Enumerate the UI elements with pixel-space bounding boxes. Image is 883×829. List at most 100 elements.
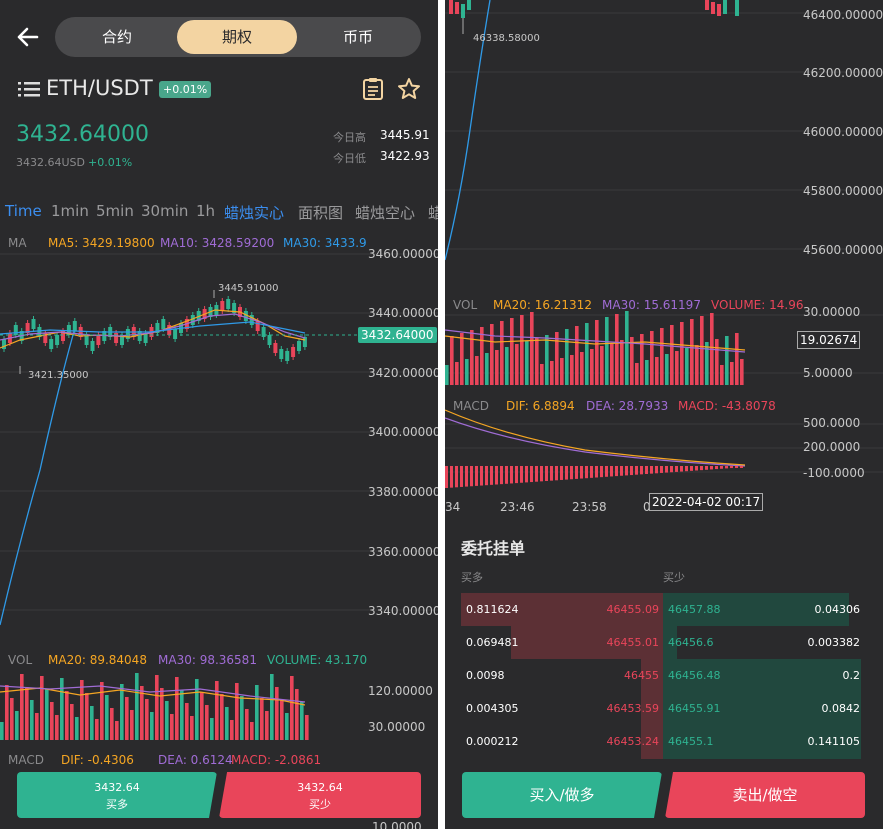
orderbook-row[interactable]: 0.069481 46455.01 46456.6 0.003382 bbox=[461, 626, 865, 659]
list-menu-icon[interactable] bbox=[18, 81, 40, 97]
sell-price: 46455.91 bbox=[668, 702, 721, 715]
macd-bar bbox=[730, 466, 733, 469]
volume-bar bbox=[75, 717, 79, 740]
back-arrow-icon[interactable] bbox=[16, 26, 40, 48]
volume-bar bbox=[70, 704, 74, 740]
y-tick: 45800.00000 bbox=[803, 184, 883, 198]
tf-candle-solid[interactable]: 蜡烛实心 bbox=[224, 202, 284, 223]
volume-bar bbox=[555, 332, 559, 385]
candle bbox=[49, 339, 54, 349]
macd-bar bbox=[725, 466, 728, 469]
volume-bar bbox=[20, 674, 24, 740]
tf-more[interactable]: 蜡 bbox=[428, 202, 438, 223]
favorite-star-icon[interactable] bbox=[397, 77, 421, 101]
candle bbox=[72, 321, 77, 331]
macd-label: MACD bbox=[453, 399, 489, 413]
volume-bar bbox=[295, 689, 299, 740]
macd-bar bbox=[525, 466, 528, 483]
tf-candle-hollow[interactable]: 蜡烛空心 bbox=[355, 202, 415, 223]
buy-price: 46453.24 bbox=[606, 735, 660, 748]
price-usd: 3432.64USD bbox=[16, 156, 85, 169]
volume-bar bbox=[55, 715, 59, 740]
orderbook-table: 0.811624 46455.09 46457.88 0.04306 0.069… bbox=[461, 593, 865, 759]
sell-short-button[interactable]: 3432.64 买少 bbox=[219, 772, 421, 818]
volume-bar bbox=[10, 698, 14, 740]
volume-bar bbox=[80, 680, 84, 740]
volume-bar bbox=[490, 324, 494, 385]
min-price-label: 46338.58000 bbox=[473, 33, 540, 44]
macd-bar bbox=[670, 466, 673, 473]
volume-bar bbox=[635, 363, 639, 385]
macd-bar bbox=[700, 466, 703, 471]
volume-bar bbox=[585, 323, 589, 385]
candle bbox=[31, 319, 36, 329]
volume-bar bbox=[460, 333, 464, 385]
trade-type-tabs: 合约 期权 币币 bbox=[55, 17, 421, 57]
vol-tick: 30.00000 bbox=[803, 305, 861, 319]
tf-30min[interactable]: 30min bbox=[141, 202, 188, 220]
tab-contract[interactable]: 合约 bbox=[59, 20, 175, 54]
volume-bar bbox=[180, 690, 184, 740]
orderbook-row[interactable]: 0.000212 46453.24 46455.1 0.141105 bbox=[461, 725, 865, 758]
macd-bar bbox=[640, 466, 643, 475]
orderbook-row[interactable]: 0.0098 46455 46456.48 0.2 bbox=[461, 659, 865, 692]
tab-options[interactable]: 期权 bbox=[177, 20, 297, 54]
vol-ma20: MA20: 89.84048 bbox=[48, 653, 147, 667]
volume-bar bbox=[450, 336, 454, 385]
volume-bar bbox=[210, 718, 214, 740]
candle bbox=[302, 337, 307, 347]
tab-spot[interactable]: 币币 bbox=[299, 20, 417, 54]
volume-bar bbox=[140, 686, 144, 740]
volume-value: VOLUME: 14.96 bbox=[711, 298, 804, 312]
candle bbox=[291, 347, 296, 357]
orderbook-row[interactable]: 0.811624 46455.09 46457.88 0.04306 bbox=[461, 593, 865, 626]
volume-bar bbox=[650, 331, 654, 385]
trading-pair[interactable]: ETH/USDT bbox=[46, 76, 153, 100]
macd-bar bbox=[485, 466, 488, 486]
last-price: 3432.64000 bbox=[16, 122, 149, 147]
max-price-label: 3445.91000 bbox=[218, 283, 279, 294]
volume-bar bbox=[125, 697, 129, 740]
tf-time[interactable]: Time bbox=[5, 202, 42, 220]
volume-bar bbox=[90, 706, 94, 740]
volume-bar bbox=[600, 346, 604, 385]
macd-bar bbox=[560, 466, 563, 480]
macd-bar bbox=[570, 466, 573, 480]
macd-bar bbox=[505, 466, 508, 484]
macd-value: MACD: -2.0861 bbox=[231, 753, 322, 767]
volume-bar bbox=[270, 674, 274, 740]
y-tick: 3360.00000 bbox=[368, 545, 438, 559]
volume-bar bbox=[65, 691, 69, 740]
volume-bar bbox=[570, 355, 574, 385]
vol-ma20: MA20: 16.21312 bbox=[493, 298, 592, 312]
volume-bar bbox=[670, 325, 674, 385]
volume-bar bbox=[175, 677, 179, 740]
volume-bar bbox=[735, 333, 739, 385]
macd-tick: -100.0000 bbox=[803, 466, 865, 480]
volume-bar bbox=[500, 321, 504, 385]
tf-1min[interactable]: 1min bbox=[51, 202, 89, 220]
low-value: 3422.93 bbox=[380, 149, 430, 163]
volume-bar bbox=[185, 703, 189, 740]
change-badge: +0.01% bbox=[159, 81, 212, 98]
volume-bar bbox=[170, 714, 174, 740]
volume-bar bbox=[225, 707, 229, 740]
candle bbox=[273, 343, 278, 353]
buy-long-button[interactable]: 买入/做多 bbox=[462, 772, 662, 818]
sell-short-button[interactable]: 卖出/做空 bbox=[665, 772, 865, 818]
buy-qty: 0.000212 bbox=[466, 735, 519, 748]
tf-5min[interactable]: 5min bbox=[96, 202, 134, 220]
volume-bar bbox=[280, 700, 284, 740]
volume-bar bbox=[60, 678, 64, 740]
tf-1h[interactable]: 1h bbox=[196, 202, 215, 220]
right-panel: 46338.58000 46400.00000 46200.00000 4600… bbox=[445, 0, 883, 829]
tf-area[interactable]: 面积图 bbox=[298, 202, 343, 223]
buy-long-button[interactable]: 3432.64 买多 bbox=[17, 772, 217, 818]
candle bbox=[84, 335, 89, 345]
orderbook-row[interactable]: 0.004305 46453.59 46455.91 0.0842 bbox=[461, 692, 865, 725]
y-tick: 46200.00000 bbox=[803, 66, 883, 80]
macd-bar bbox=[735, 466, 738, 468]
order-list-icon[interactable] bbox=[362, 77, 384, 101]
volume-bar bbox=[540, 364, 544, 385]
buy-label: 买多 bbox=[106, 798, 128, 811]
